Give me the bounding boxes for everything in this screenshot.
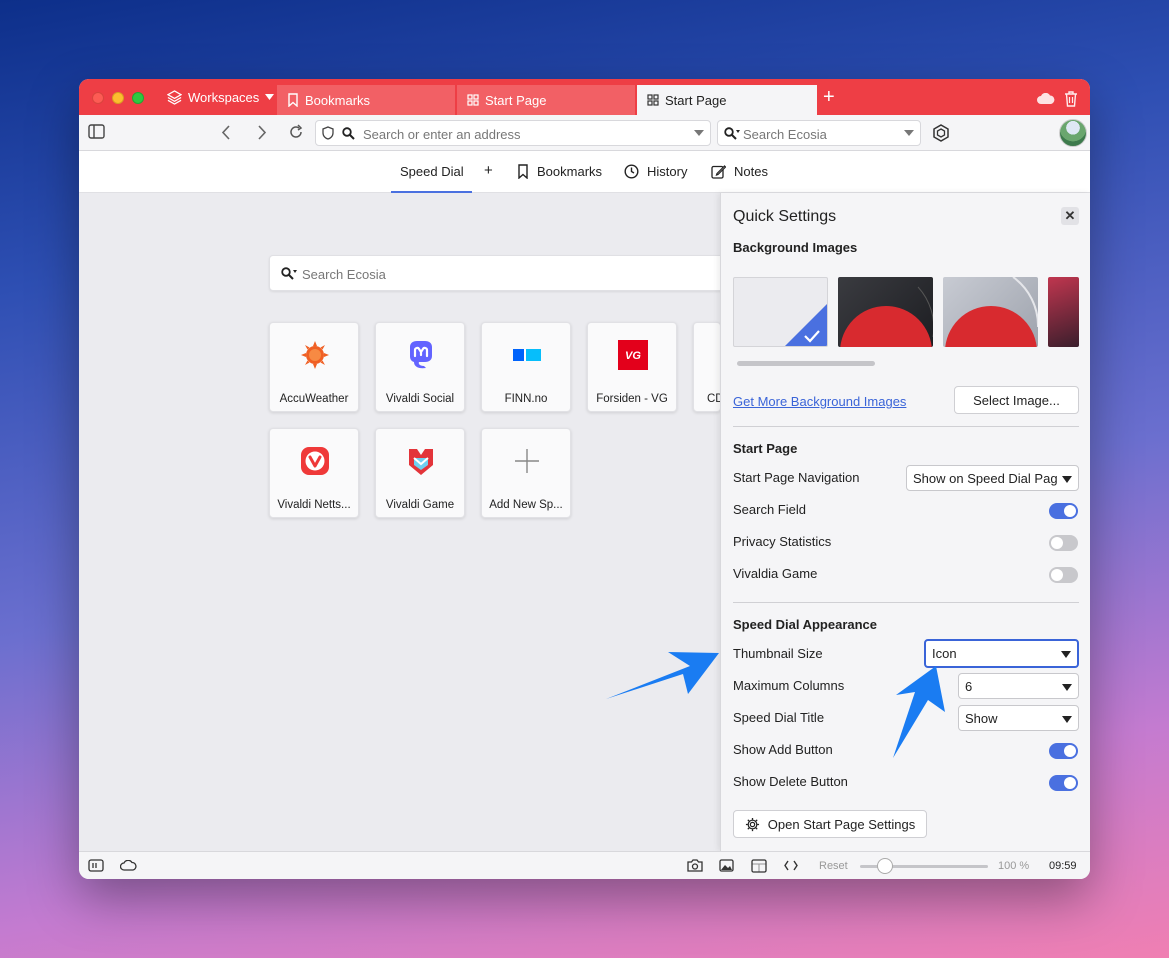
annotation-arrow-left [606,652,719,699]
annotation-arrow-up [893,666,945,758]
annotation-arrows [606,652,945,758]
